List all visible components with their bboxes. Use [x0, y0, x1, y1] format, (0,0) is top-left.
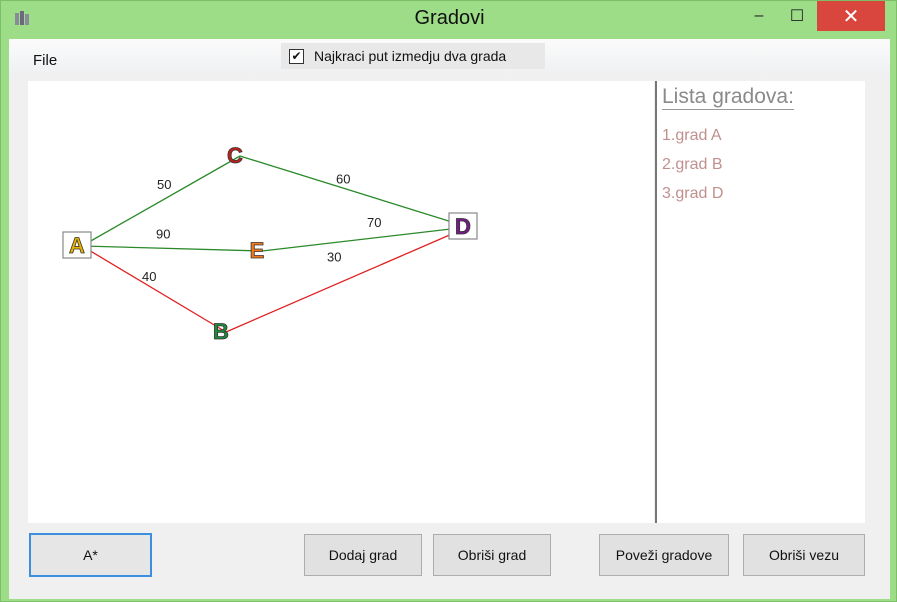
edge-weight-label: 70 [367, 215, 381, 230]
edge-line [239, 155, 469, 228]
delete-city-button[interactable]: Obriši grad [433, 534, 551, 576]
shortest-path-checkbox[interactable]: ✔ Najkraci put izmedju dva grada [281, 43, 545, 69]
add-city-button[interactable]: Dodaj grad [304, 534, 422, 576]
menu-file[interactable]: File [33, 52, 57, 69]
city-list-item: 1.grad A [662, 127, 722, 144]
maximize-icon: ☐ [789, 8, 805, 25]
edge-line [81, 245, 227, 333]
close-icon: ✕ [842, 5, 860, 28]
connect-cities-button[interactable]: Poveži gradove [599, 534, 729, 576]
shortest-path-label: Najkraci put izmedju dva grada [314, 48, 507, 64]
edge-weight-label: 90 [156, 227, 170, 242]
astar-button[interactable]: A* [29, 533, 152, 577]
city-list-title: Lista gradova: [662, 85, 794, 110]
city-list-item: 3.grad D [662, 185, 724, 202]
edge-weight-label: 30 [327, 250, 341, 265]
check-icon: ✔ [291, 49, 302, 63]
city-node-c[interactable]: C [227, 143, 244, 169]
edge-weight-label: 60 [336, 172, 350, 187]
checkbox-box[interactable]: ✔ [289, 48, 304, 64]
edge-weight-label: 40 [142, 269, 156, 284]
city-node-b[interactable]: B [213, 319, 230, 345]
maximize-button[interactable]: ☐ [781, 1, 813, 31]
city-node-d[interactable]: D [455, 214, 472, 240]
city-list-item: 2.grad B [662, 156, 723, 173]
app-window: Gradovi – ☐ ✕ File ✔ Najkraci put izmedj… [0, 0, 897, 602]
edge-line [261, 226, 469, 252]
minimize-icon: – [754, 7, 764, 24]
graph-canvas[interactable]: 50 60 90 70 40 30 A C E B D [28, 81, 654, 523]
delete-connection-button[interactable]: Obriši vezu [743, 534, 865, 576]
client-area: File ✔ Najkraci put izmedju dva grada 50… [9, 39, 890, 599]
menu-bar: File ✔ Najkraci put izmedju dva grada [9, 39, 890, 75]
graph-drawing: 50 60 90 70 40 30 A C E B D [62, 143, 478, 345]
edge-weight-label: 50 [157, 177, 171, 192]
city-node-e[interactable]: E [249, 238, 265, 264]
edge-line [81, 245, 263, 252]
city-list-panel: Lista gradova: 1.grad A 2.grad B 3.grad … [657, 81, 865, 523]
city-node-a[interactable]: A [69, 233, 86, 259]
minimize-button[interactable]: – [743, 1, 775, 31]
close-button[interactable]: ✕ [817, 1, 885, 31]
